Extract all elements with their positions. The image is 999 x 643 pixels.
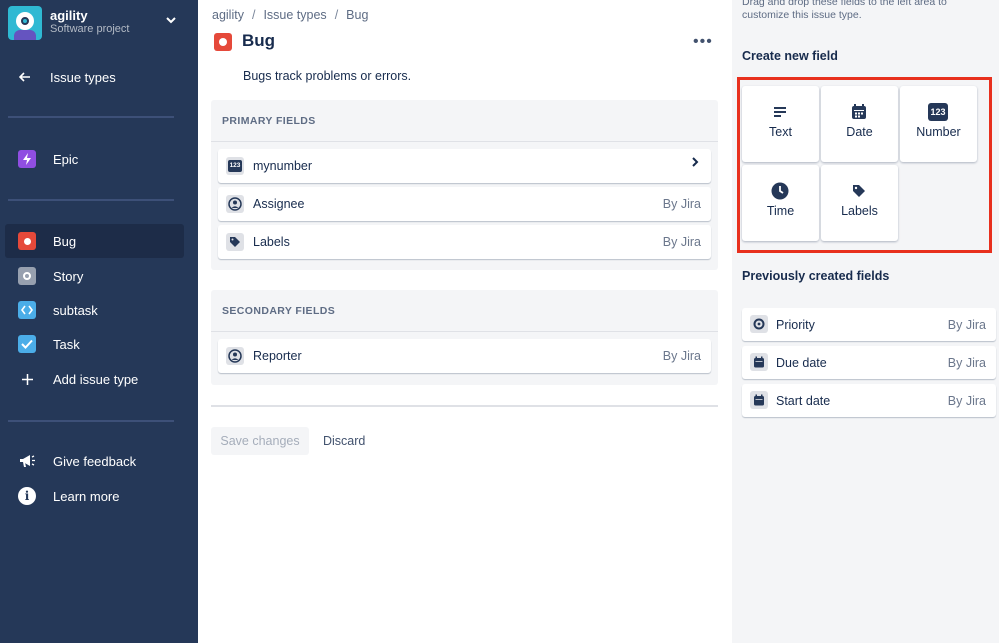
divider bbox=[211, 405, 718, 407]
number-icon: 123 bbox=[226, 157, 244, 175]
field-label: Reporter bbox=[253, 349, 302, 363]
sidebar-item-task[interactable]: Task bbox=[5, 327, 184, 361]
learn-more-label: Learn more bbox=[53, 489, 120, 504]
field-source: By Jira bbox=[947, 394, 986, 408]
section-title: PRIMARY FIELDS bbox=[222, 115, 316, 127]
page-title: Bug bbox=[242, 31, 276, 50]
project-name: agility bbox=[50, 8, 88, 23]
tile-label: Number bbox=[916, 125, 961, 139]
sidebar-item-label: Bug bbox=[53, 234, 77, 249]
field-source: By Jira bbox=[947, 318, 986, 332]
lightning-icon bbox=[18, 150, 36, 168]
story-icon bbox=[18, 267, 36, 285]
field-row-mynumber[interactable]: 123 mynumber bbox=[218, 149, 711, 183]
project-avatar bbox=[8, 6, 42, 40]
bug-icon bbox=[214, 33, 232, 51]
field-tile-text[interactable]: Text bbox=[742, 86, 819, 162]
tag-icon bbox=[849, 182, 869, 200]
field-source: By Jira bbox=[662, 235, 701, 249]
field-tile-time[interactable]: Time bbox=[742, 165, 819, 241]
arrow-left-icon bbox=[16, 68, 34, 86]
number-icon: 123 bbox=[928, 103, 948, 121]
breadcrumb-project[interactable]: agility bbox=[212, 8, 244, 22]
save-changes-button[interactable]: Save changes bbox=[211, 427, 309, 455]
previous-field-due-date[interactable]: Due date By Jira bbox=[742, 346, 996, 379]
project-switcher[interactable]: agility Software project bbox=[8, 4, 188, 42]
sidebar-divider bbox=[8, 420, 174, 422]
sidebar-item-label: Story bbox=[53, 269, 84, 284]
field-source: By Jira bbox=[662, 197, 701, 211]
learn-more-link[interactable]: i Learn more bbox=[5, 479, 184, 513]
field-row-assignee[interactable]: Assignee By Jira bbox=[218, 187, 711, 221]
previous-field-priority[interactable]: Priority By Jira bbox=[742, 308, 996, 341]
text-icon bbox=[770, 103, 790, 121]
chevron-right-icon[interactable] bbox=[691, 156, 699, 171]
clock-icon bbox=[770, 182, 790, 200]
tile-label: Date bbox=[846, 125, 873, 139]
tile-label: Time bbox=[766, 204, 795, 218]
sidebar-item-bug[interactable]: Bug bbox=[5, 224, 184, 258]
sidebar-item-story[interactable]: Story bbox=[5, 259, 184, 293]
field-label: Assignee bbox=[253, 197, 305, 211]
sidebar-item-epic[interactable]: Epic bbox=[5, 142, 184, 176]
give-feedback-link[interactable]: Give feedback bbox=[5, 444, 184, 478]
calendar-icon bbox=[750, 353, 768, 371]
previous-field-start-date[interactable]: Start date By Jira bbox=[742, 384, 996, 417]
megaphone-icon bbox=[18, 452, 36, 470]
project-type: Software project bbox=[50, 23, 130, 35]
discard-button[interactable]: Discard bbox=[323, 434, 365, 448]
secondary-fields-section: SECONDARY FIELDS Reporter By Jira bbox=[211, 290, 718, 385]
plus-icon bbox=[18, 370, 36, 388]
tile-label: Text bbox=[769, 125, 792, 139]
panel-hint: Drag and drop these fields to the left a… bbox=[742, 0, 947, 21]
field-tile-number[interactable]: 123 Number bbox=[900, 86, 977, 162]
sidebar-item-subtask[interactable]: subtask bbox=[5, 293, 184, 327]
field-source: By Jira bbox=[662, 349, 701, 363]
sidebar: agility Software project Issue types Epi… bbox=[0, 0, 198, 643]
previous-fields-heading: Previously created fields bbox=[742, 269, 890, 283]
issue-type-description[interactable]: Bugs track problems or errors. bbox=[243, 69, 411, 83]
priority-icon bbox=[750, 315, 768, 333]
breadcrumb-current[interactable]: Bug bbox=[346, 8, 368, 22]
field-label: Priority bbox=[776, 318, 815, 332]
field-tile-date[interactable]: Date bbox=[821, 86, 898, 162]
add-issue-type-button[interactable]: Add issue type bbox=[5, 362, 184, 396]
field-label: Labels bbox=[253, 235, 290, 249]
section-title: SECONDARY FIELDS bbox=[222, 305, 336, 317]
chevron-down-icon[interactable] bbox=[165, 14, 177, 29]
info-icon: i bbox=[18, 487, 36, 505]
sidebar-divider bbox=[8, 199, 174, 201]
field-label: mynumber bbox=[253, 159, 313, 173]
add-issue-type-label: Add issue type bbox=[53, 372, 139, 387]
sidebar-divider bbox=[8, 116, 174, 118]
checkmark-icon bbox=[18, 335, 36, 353]
field-row-reporter[interactable]: Reporter By Jira bbox=[218, 339, 711, 373]
calendar-icon bbox=[750, 391, 768, 409]
field-tile-labels[interactable]: Labels bbox=[821, 165, 898, 241]
create-field-heading: Create new field bbox=[742, 49, 838, 63]
back-to-issue-types[interactable]: Issue types bbox=[5, 60, 184, 94]
subtask-icon bbox=[18, 301, 36, 319]
back-label: Issue types bbox=[50, 70, 116, 85]
field-source: By Jira bbox=[947, 356, 986, 370]
tag-icon bbox=[226, 233, 244, 251]
breadcrumb-issue-types[interactable]: Issue types bbox=[263, 8, 326, 22]
sidebar-item-label: subtask bbox=[53, 303, 98, 318]
field-label: Due date bbox=[776, 356, 827, 370]
bug-icon bbox=[18, 232, 36, 250]
give-feedback-label: Give feedback bbox=[53, 454, 137, 469]
more-options-button[interactable]: ••• bbox=[693, 33, 713, 51]
field-library-panel: Drag and drop these fields to the left a… bbox=[732, 0, 999, 643]
sidebar-item-label: Epic bbox=[53, 152, 79, 167]
primary-fields-section: PRIMARY FIELDS 123 mynumber Assignee By … bbox=[211, 100, 718, 270]
field-label: Start date bbox=[776, 394, 831, 408]
breadcrumb: agility / Issue types / Bug bbox=[212, 8, 369, 22]
person-icon bbox=[226, 347, 244, 365]
person-icon bbox=[226, 195, 244, 213]
field-row-labels[interactable]: Labels By Jira bbox=[218, 225, 711, 259]
tile-label: Labels bbox=[841, 204, 878, 218]
sidebar-item-label: Task bbox=[53, 337, 80, 352]
calendar-icon bbox=[849, 103, 869, 121]
